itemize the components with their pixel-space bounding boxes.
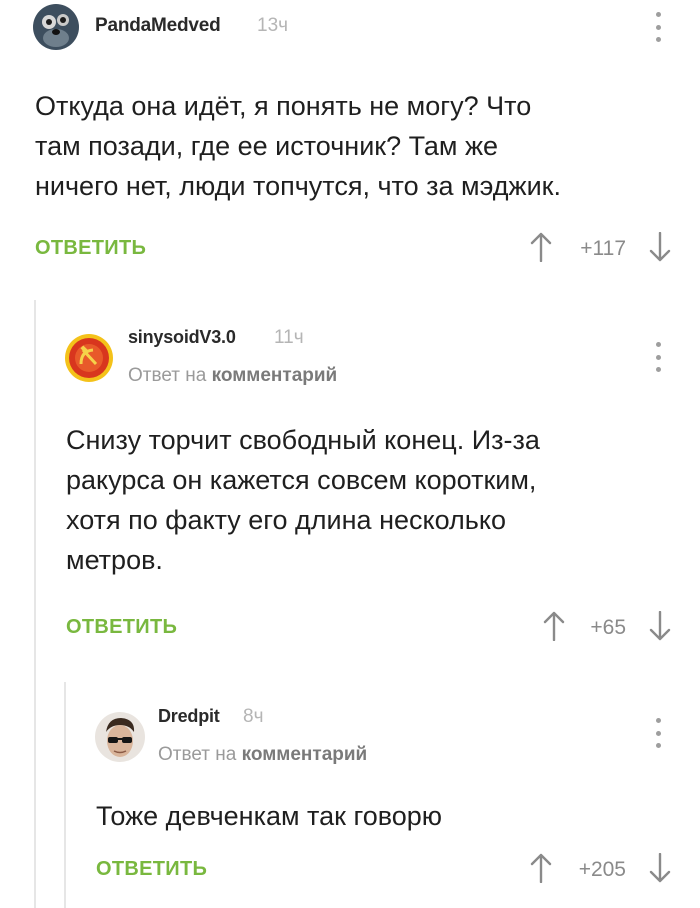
comment-time: 8ч <box>243 706 264 727</box>
reply-prefix: Ответ на <box>158 744 237 765</box>
comment-username[interactable]: PandaMedved <box>95 15 221 37</box>
comment-text-line: метров. <box>66 545 163 575</box>
reply-to-label: Ответ на комментарий <box>158 744 367 766</box>
more-options-icon[interactable] <box>654 718 662 748</box>
comment-text-line: там позади, где ее источник? Там же <box>35 131 499 161</box>
comment-text-line: Откуда она идёт, я понять не могу? Что <box>35 91 532 121</box>
more-options-icon[interactable] <box>654 342 662 372</box>
comment-dredpit: Dredpit 8ч Ответ на комментарий Тоже дев… <box>0 682 700 908</box>
reply-button[interactable]: ОТВЕТИТЬ <box>96 858 207 881</box>
comment-text-line: хотя по факту его длина несколько <box>66 505 506 535</box>
man-sunglasses-avatar-icon[interactable] <box>95 712 145 762</box>
panda-avatar-icon[interactable] <box>33 4 79 50</box>
comment-username[interactable]: Dredpit <box>158 706 220 727</box>
reply-target-link[interactable]: комментарий <box>242 744 368 765</box>
reply-prefix: Ответ на <box>128 365 207 386</box>
vote-down-icon[interactable] <box>649 853 671 883</box>
vote-up-icon[interactable] <box>543 611 565 641</box>
comment-text: Снизу торчит свободный конец. Из-за раку… <box>66 420 540 580</box>
vote-down-icon[interactable] <box>649 611 671 641</box>
reply-to-label: Ответ на комментарий <box>128 365 337 387</box>
comment-pandamedved: PandaMedved 13ч Откуда она идёт, я понят… <box>0 0 700 280</box>
rating-value: +65 <box>590 616 626 639</box>
vote-down-icon[interactable] <box>649 232 671 262</box>
comment-text: Откуда она идёт, я понять не могу? Что т… <box>35 86 561 206</box>
vote-up-icon[interactable] <box>530 853 552 883</box>
comment-text-line: ракурса он кажется совсем коротким, <box>66 465 537 495</box>
comment-text-line: ничего нет, люди топчутся, что за мэджик… <box>35 171 561 201</box>
comment-time: 13ч <box>257 15 289 36</box>
comment-text: Тоже девченкам так говорю <box>96 796 442 836</box>
reply-button[interactable]: ОТВЕТИТЬ <box>35 237 146 260</box>
hammer-sickle-emblem-icon[interactable] <box>64 333 114 383</box>
rating-value: +117 <box>580 237 626 260</box>
comment-time: 11ч <box>274 327 304 348</box>
vote-up-icon[interactable] <box>530 232 552 262</box>
more-options-icon[interactable] <box>654 12 662 42</box>
comment-username[interactable]: sinysoidV3.0 <box>128 327 236 348</box>
comment-text-line: Снизу торчит свободный конец. Из-за <box>66 425 540 455</box>
comment-sinysoid: sinysoidV3.0 11ч Ответ на комментарий Сн… <box>0 300 700 660</box>
reply-target-link[interactable]: комментарий <box>212 365 338 386</box>
reply-button[interactable]: ОТВЕТИТЬ <box>66 616 177 639</box>
comment-text-line: Тоже девченкам так говорю <box>96 801 443 831</box>
rating-value: +205 <box>578 858 626 881</box>
